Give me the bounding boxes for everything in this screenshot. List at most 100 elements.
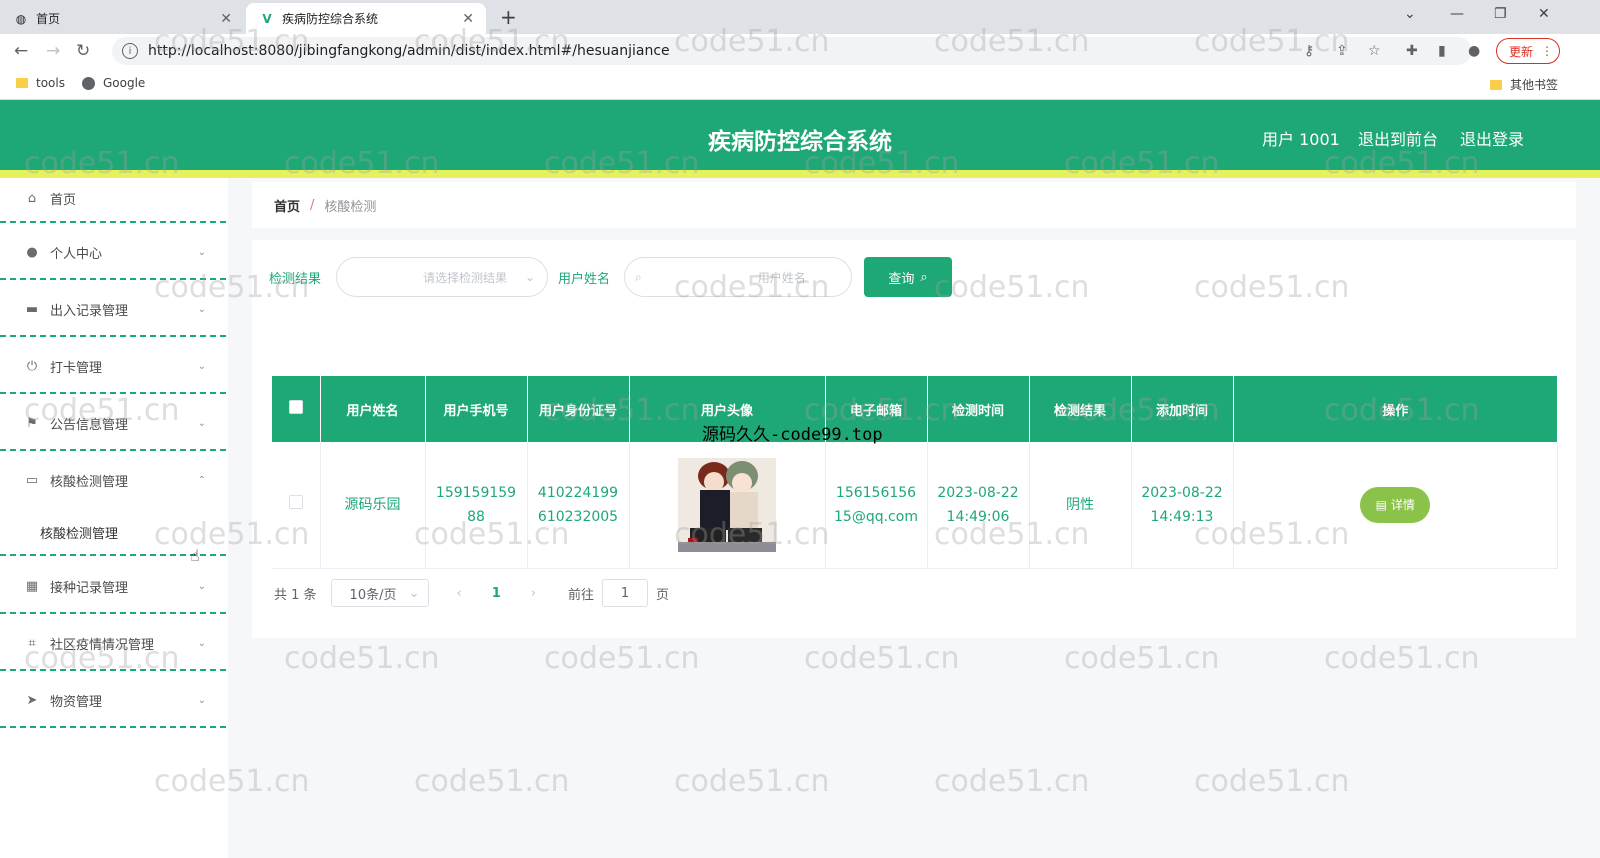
- results-table: 用户姓名 用户手机号 用户身份证号 用户头像 电子邮箱 检测时间 检测结果 添加…: [272, 376, 1558, 569]
- sidebar-item-notices[interactable]: ⚑ 公告信息管理 ⌄: [0, 397, 228, 449]
- name-search-input[interactable]: ⌕ 用户姓名: [624, 257, 852, 297]
- browser-tab-active[interactable]: V 疾病防控综合系统 ✕: [246, 3, 486, 34]
- row-checkbox[interactable]: [288, 494, 303, 509]
- bookmark-label: Google: [103, 76, 146, 90]
- flag-icon: ⚑: [26, 415, 38, 431]
- minimize-icon[interactable]: —: [1450, 6, 1464, 22]
- app-header: 疾病防控综合系统 用户 1001 退出到前台 退出登录: [0, 100, 1600, 178]
- to-front-link[interactable]: 退出到前台: [1358, 126, 1438, 150]
- column-header: 用户姓名: [320, 376, 426, 442]
- column-header: 用户手机号: [425, 376, 528, 442]
- cell-name: 源码乐园: [320, 442, 426, 569]
- close-icon[interactable]: ✕: [220, 11, 232, 27]
- result-select-placeholder: 请选择检测结果: [423, 270, 508, 285]
- select-all-header: [272, 376, 321, 442]
- divider: [0, 221, 226, 223]
- chevron-down-icon: ⌄: [197, 360, 206, 372]
- breadcrumb-current: 核酸检测: [324, 199, 377, 215]
- sidebar-item-vaccination[interactable]: ▦ 接种记录管理 ⌄: [0, 560, 228, 612]
- monitor-icon: ▬: [25, 301, 39, 317]
- sidebar-item-community[interactable]: ⌗ 社区疫情情况管理 ⌄: [0, 617, 228, 669]
- sidebar-item-label: 首页: [50, 192, 77, 208]
- sidebar-item-nucleic-test[interactable]: ▭ 核酸检测管理 ⌃: [0, 454, 228, 506]
- logout-link[interactable]: 退出登录: [1460, 126, 1524, 150]
- sidepanel-icon[interactable]: ▮: [1438, 43, 1446, 59]
- watermark: code51.cn: [1324, 641, 1480, 676]
- sidebar-item-label: 打卡管理: [50, 360, 103, 376]
- globe-icon: ◍: [15, 11, 27, 26]
- goto-page-value: 1: [620, 585, 630, 601]
- page-number-current[interactable]: 1: [492, 586, 501, 601]
- bookmark-google[interactable]: Google: [82, 76, 145, 90]
- window-close-icon[interactable]: ✕: [1538, 6, 1550, 22]
- bookmarks-bar: tools Google 其他书签: [0, 68, 1600, 100]
- cell-add-time: 2023-08-22 14:49:13: [1131, 442, 1234, 569]
- pagination: 共 1 条 10条/页 ⌄ ‹ 1 › 前往 1 页: [274, 579, 669, 607]
- bookmark-tools[interactable]: tools: [16, 76, 65, 90]
- sidebar: ⌂ 首页 ● 个人中心 ⌄ ▬ 出入记录管理 ⌄ ⏻ 打卡管理 ⌄ ⚑ 公告信息…: [0, 178, 228, 858]
- watermark: code51.cn: [934, 764, 1090, 799]
- sidebar-item-label: 物资管理: [50, 694, 103, 710]
- sidebar-item-home[interactable]: ⌂ 首页: [0, 172, 228, 224]
- other-bookmarks[interactable]: 其他书签: [1490, 76, 1558, 93]
- restore-icon[interactable]: ❐: [1494, 6, 1507, 22]
- chat-icon: ▭: [25, 472, 39, 488]
- new-tab-button[interactable]: +: [500, 5, 517, 29]
- breadcrumb-home[interactable]: 首页: [274, 196, 300, 215]
- query-button-label: 查询: [888, 271, 915, 287]
- back-icon[interactable]: ←: [14, 41, 28, 61]
- sidebar-item-profile[interactable]: ● 个人中心 ⌄: [0, 226, 228, 278]
- watermark: code51.cn: [804, 641, 960, 676]
- extensions-icon[interactable]: ✚: [1406, 43, 1418, 59]
- folder-icon: [1490, 79, 1502, 90]
- query-button[interactable]: 查询 ⌕: [864, 257, 952, 297]
- share-icon[interactable]: ⇪: [1336, 43, 1348, 59]
- cell-result: 阴性: [1029, 442, 1132, 569]
- page-size-select[interactable]: 10条/页 ⌄: [330, 579, 429, 607]
- select-all-checkbox[interactable]: [288, 400, 303, 414]
- home-icon: ⌂: [27, 190, 37, 206]
- cell-email: 15615615615@qq.com: [825, 442, 928, 569]
- tab-title: 疾病防控综合系统: [282, 12, 379, 26]
- search-icon: ⌕: [920, 269, 928, 285]
- close-icon[interactable]: ✕: [462, 11, 474, 27]
- cell-id-card: 410224199610232005: [527, 442, 630, 569]
- bookmark-label: tools: [36, 76, 65, 90]
- sidebar-subitem-nucleic-test[interactable]: 核酸检测管理: [40, 523, 118, 542]
- sidebar-item-label: 核酸检测管理: [50, 474, 129, 490]
- watermark: code51.cn: [1194, 764, 1350, 799]
- update-button[interactable]: 更新 ⋮: [1496, 38, 1560, 64]
- url-text: http://localhost:8080/jibingfangkong/adm…: [148, 43, 670, 59]
- forward-icon[interactable]: →: [46, 41, 60, 61]
- divider: [0, 335, 226, 337]
- prev-page-icon[interactable]: ‹: [457, 586, 462, 601]
- site-info-icon[interactable]: i: [122, 43, 138, 59]
- more-icon: ⋮: [1541, 44, 1554, 58]
- name-input-placeholder: 用户姓名: [757, 270, 806, 285]
- star-icon[interactable]: ☆: [1368, 43, 1381, 59]
- sidebar-item-checkin[interactable]: ⏻ 打卡管理 ⌄: [0, 340, 228, 392]
- cell-phone: 15915915988: [425, 442, 528, 569]
- url-field[interactable]: i http://localhost:8080/jibingfangkong/a…: [112, 37, 1472, 65]
- table-row: 源码乐园 15915915988 410224199610232005 1561…: [272, 442, 1558, 569]
- sidebar-item-access-records[interactable]: ▬ 出入记录管理 ⌄: [0, 283, 228, 335]
- pager-total: 共 1 条: [274, 587, 317, 603]
- browser-tab-home[interactable]: ◍ 首页 ✕: [14, 3, 244, 34]
- detail-button[interactable]: ▤ 详情: [1360, 486, 1431, 523]
- result-filter-label: 检测结果: [269, 272, 322, 287]
- row-select-cell: [272, 442, 321, 569]
- profile-icon[interactable]: ●: [1468, 43, 1480, 59]
- result-select[interactable]: 请选择检测结果 ⌄: [336, 257, 548, 297]
- document-icon: ▤: [1375, 497, 1387, 512]
- sidebar-item-supplies[interactable]: ➤ 物资管理 ⌄: [0, 674, 228, 726]
- goto-page-input[interactable]: 1: [602, 579, 649, 607]
- goto-label: 前往: [568, 587, 595, 603]
- main-content-card: 检测结果 请选择检测结果 ⌄ 用户姓名 ⌕ 用户姓名 查询 ⌕ 用户姓名 用户手…: [252, 240, 1576, 638]
- reload-icon[interactable]: ↻: [76, 41, 90, 61]
- key-icon[interactable]: ⚷: [1304, 43, 1314, 59]
- globe-icon: [82, 76, 95, 90]
- watermark: code51.cn: [1064, 641, 1220, 676]
- next-page-icon[interactable]: ›: [531, 586, 536, 601]
- tab-search-icon[interactable]: ⌄: [1404, 6, 1416, 22]
- divider: [0, 449, 226, 451]
